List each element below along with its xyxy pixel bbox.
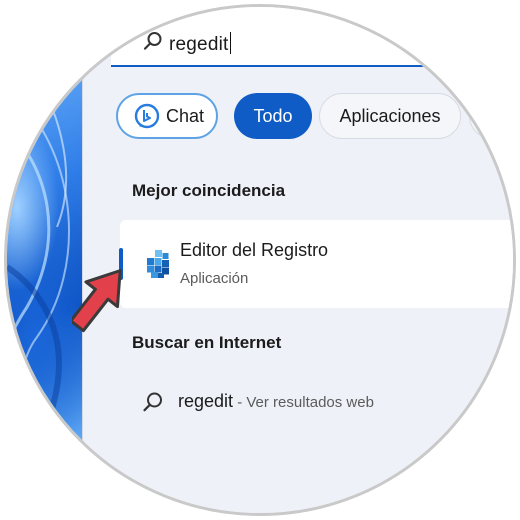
best-match-name: Editor del Registro: [180, 240, 329, 260]
filter-chat-label: Chat: [166, 105, 205, 126]
web-results-hint: - Ver resultados web: [233, 394, 374, 411]
best-match-heading: Mejor coincidencia: [132, 181, 286, 200]
filter-apps-button[interactable]: Aplicaciones: [319, 93, 461, 139]
best-match-type: Aplicación: [180, 270, 249, 287]
search-icon: [143, 392, 162, 412]
web-search-result[interactable]: regedit - Ver resultados web: [120, 377, 513, 427]
web-query: regedit: [178, 391, 234, 411]
filter-apps-label: Aplicaciones: [339, 105, 441, 126]
red-pointer-arrow-icon: [72, 269, 122, 333]
zoomed-screenshot: regedit Chat Todo Aplicaciones Mejor coi…: [0, 0, 520, 520]
filter-chat-button[interactable]: Chat: [116, 93, 218, 139]
search-icon: [143, 32, 162, 50]
search-panel: regedit Chat Todo Aplicaciones Mejor coi…: [82, 7, 513, 513]
search-query-text: regedit: [169, 32, 231, 55]
filter-all-label: Todo: [253, 105, 293, 126]
regedit-icon: [147, 250, 169, 278]
internet-heading: Buscar en Internet: [132, 333, 282, 352]
filter-all-button[interactable]: Todo: [234, 93, 312, 139]
filter-more-button[interactable]: [469, 93, 513, 139]
web-search-text: regedit - Ver resultados web: [178, 391, 374, 412]
search-input[interactable]: regedit: [111, 7, 513, 67]
best-match-result[interactable]: Editor del Registro Aplicación: [119, 220, 513, 308]
bing-chat-icon: [134, 103, 160, 129]
text-caret: [229, 32, 231, 54]
magnifier-circle: regedit Chat Todo Aplicaciones Mejor coi…: [4, 4, 516, 516]
